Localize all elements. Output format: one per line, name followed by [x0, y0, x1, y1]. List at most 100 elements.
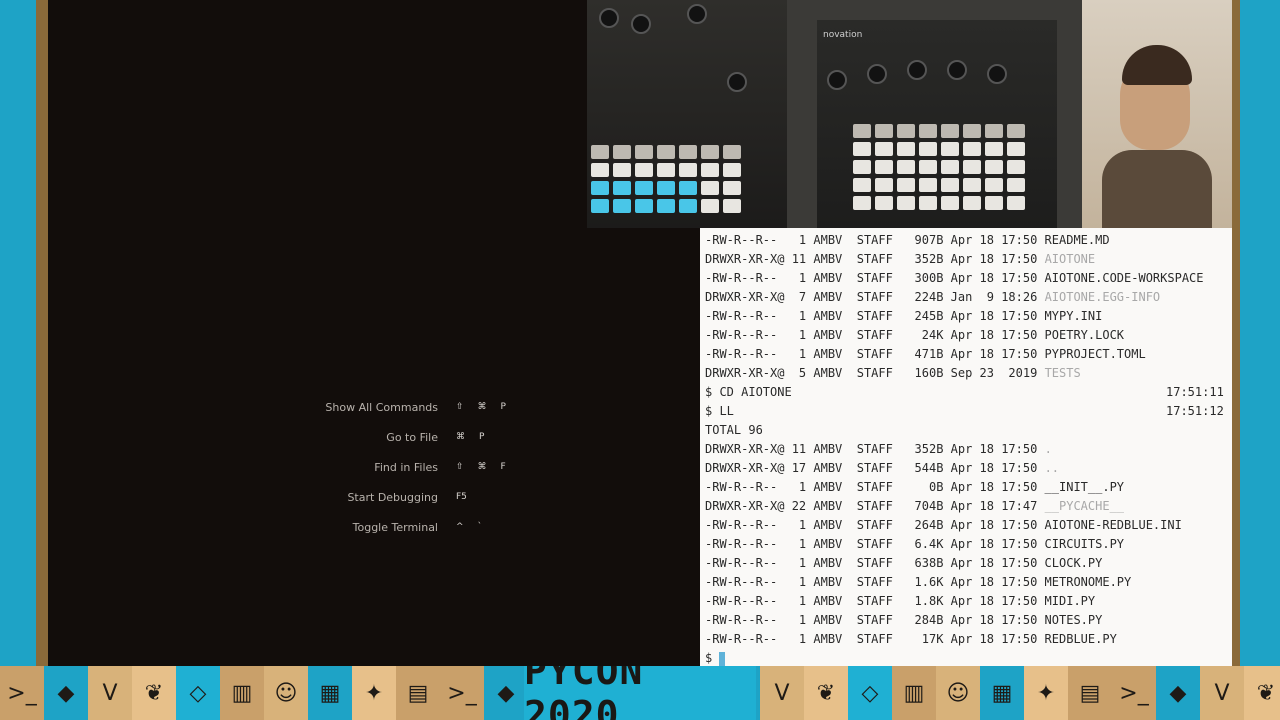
terminal-prompt-line[interactable]: $	[705, 649, 726, 666]
shortcut-key: P	[479, 432, 485, 442]
shortcut-label: Go to File	[386, 430, 438, 444]
pad	[985, 160, 1003, 174]
pad	[963, 178, 981, 192]
pad	[875, 142, 893, 156]
bars-icon: ▥	[892, 666, 936, 720]
pad	[723, 181, 741, 195]
shortcut-key: `	[477, 522, 483, 532]
device-brand-label: novation	[823, 30, 863, 40]
pad	[897, 124, 915, 138]
shortcut-keys: F5	[456, 492, 467, 502]
pycon-2020-logo: PYCON 2020	[524, 666, 756, 720]
robot-icon: ☺	[936, 666, 980, 720]
knob	[727, 72, 747, 92]
terminal-line: -RW-R--R-- 1 AMBV STAFF 264B Apr 18 17:5…	[705, 516, 1182, 535]
diamond-icon: ◇	[176, 666, 220, 720]
terminal-line: -RW-R--R-- 1 AMBV STAFF 907B Apr 18 17:5…	[705, 231, 1110, 250]
pad	[853, 178, 871, 192]
terminal-line-text: DRWXR-XR-X@ 7 AMBV STAFF 224B Jan 9 18:2…	[705, 290, 1045, 304]
pad	[1007, 196, 1025, 210]
pad	[897, 160, 915, 174]
pad	[985, 142, 1003, 156]
knob	[599, 8, 619, 28]
terminal-line: -RW-R--R-- 1 AMBV STAFF 245B Apr 18 17:5…	[705, 307, 1102, 326]
shortcut-label: Start Debugging	[347, 490, 438, 504]
knob	[867, 64, 887, 84]
pad	[853, 142, 871, 156]
terminal-directory-name: TESTS	[1044, 366, 1081, 380]
pad	[613, 145, 631, 159]
pad	[875, 178, 893, 192]
synth-controller-left	[587, 0, 787, 228]
pad	[897, 196, 915, 210]
terminal-directory-name: __PYCACHE__	[1044, 499, 1125, 513]
circuit-icon: ▦	[980, 666, 1024, 720]
shortcut-key: ⌘	[456, 432, 465, 442]
shortcut-row[interactable]: Go to File ⌘ P	[248, 422, 548, 452]
terminal-line: -RW-R--R-- 1 AMBV STAFF 1.6K Apr 18 17:5…	[705, 573, 1131, 592]
knob	[687, 4, 707, 24]
shortcut-row[interactable]: Start Debugging F5	[248, 482, 548, 512]
terminal-line: DRWXR-XR-X@ 22 AMBV STAFF 704B Apr 18 17…	[705, 497, 1124, 516]
pad	[613, 199, 631, 213]
shortcut-row[interactable]: Toggle Terminal ^ `	[248, 512, 548, 542]
pad	[853, 160, 871, 174]
pad	[919, 124, 937, 138]
pad	[919, 196, 937, 210]
terminal-prompt: $	[705, 651, 720, 665]
chart-icon: ▤	[1068, 666, 1112, 720]
terminal-pane[interactable]: -RW-R--R-- 1 AMBV STAFF 907B Apr 18 17:5…	[700, 228, 1232, 666]
valley-icon: V	[88, 666, 132, 720]
shortcut-row[interactable]: Find in Files ⇧ ⌘ F	[248, 452, 548, 482]
pad	[679, 163, 697, 177]
pad	[963, 196, 981, 210]
presenter-hair	[1122, 45, 1192, 85]
pad	[635, 163, 653, 177]
pad	[1007, 124, 1025, 138]
shortcut-keys: ⌘ P	[456, 432, 484, 442]
pad	[985, 124, 1003, 138]
terminal-line-text: DRWXR-XR-X@ 5 AMBV STAFF 160B Sep 23 201…	[705, 366, 1045, 380]
shortcut-keys: ^ `	[456, 522, 482, 532]
bars-icon: ▥	[220, 666, 264, 720]
terminal-line: DRWXR-XR-X@ 7 AMBV STAFF 224B Jan 9 18:2…	[705, 288, 1160, 307]
pad	[853, 196, 871, 210]
terminal-directory-name: AIOTONE.EGG-INFO	[1044, 290, 1161, 304]
terminal-icon: >_	[1112, 666, 1156, 720]
pad	[635, 181, 653, 195]
pad	[875, 196, 893, 210]
pad	[919, 160, 937, 174]
terminal-line-text: $ CD AIOTONE	[705, 385, 792, 399]
pad	[723, 163, 741, 177]
pad	[985, 178, 1003, 192]
terminal-line-text: -RW-R--R-- 1 AMBV STAFF 0B Apr 18 17:50 …	[705, 480, 1125, 494]
presenter-body	[1102, 150, 1212, 228]
pad	[657, 199, 675, 213]
pad	[941, 124, 959, 138]
left-frame-strip	[36, 0, 48, 666]
presenter	[1082, 0, 1232, 228]
pad	[1007, 142, 1025, 156]
terminal-line: -RW-R--R-- 1 AMBV STAFF 300B Apr 18 17:5…	[705, 269, 1204, 288]
shortcut-keys: ⇧ ⌘ F	[456, 462, 506, 472]
terminal-line-text: TOTAL 96	[705, 423, 763, 437]
valley-icon: V	[760, 666, 804, 720]
diamond-icon: ◇	[848, 666, 892, 720]
leaf-icon: ❦	[1244, 666, 1280, 720]
pad	[613, 181, 631, 195]
pad	[941, 142, 959, 156]
shortcut-row[interactable]: Show All Commands ⇧ ⌘ P	[248, 392, 548, 422]
pad	[963, 160, 981, 174]
shortcut-key: ^	[456, 522, 464, 532]
terminal-line-text: DRWXR-XR-X@ 22 AMBV STAFF 704B Apr 18 17…	[705, 499, 1045, 513]
robot-icon: ☺	[264, 666, 308, 720]
leaf-icon: ❦	[804, 666, 848, 720]
pad	[1007, 160, 1025, 174]
terminal-line-text: -RW-R--R-- 1 AMBV STAFF 284B Apr 18 17:5…	[705, 613, 1103, 627]
terminal-icon: >_	[440, 666, 484, 720]
pad	[701, 181, 719, 195]
terminal-directory-name: ..	[1044, 461, 1060, 475]
terminal-line: TOTAL 96	[705, 421, 763, 440]
terminal-line: -RW-R--R-- 1 AMBV STAFF 471B Apr 18 17:5…	[705, 345, 1146, 364]
tool-icon: ✦	[1024, 666, 1068, 720]
